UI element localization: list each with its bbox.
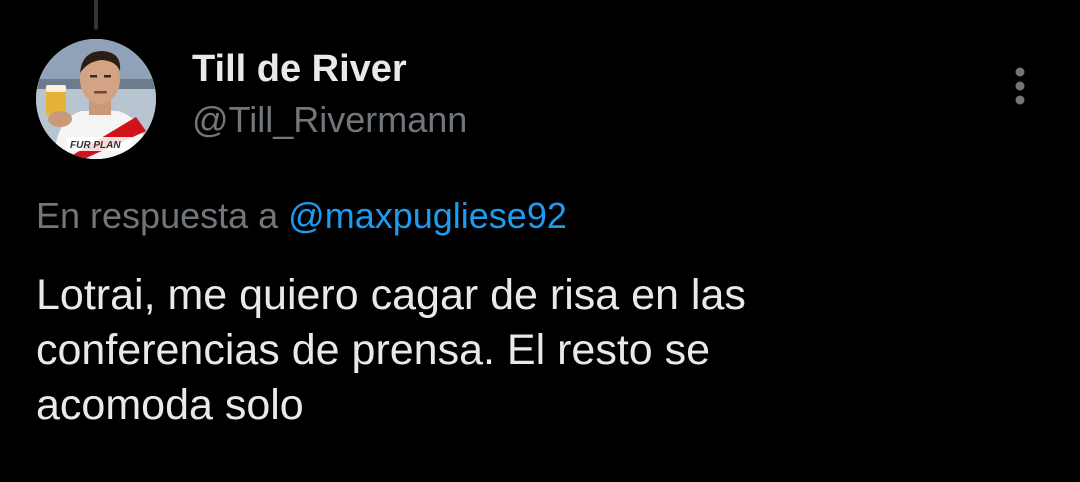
reply-mention-link[interactable]: @maxpugliese92 bbox=[288, 195, 567, 236]
more-vertical-icon bbox=[1015, 67, 1025, 105]
svg-text:FUR PLAN: FUR PLAN bbox=[70, 140, 121, 151]
author-block[interactable]: Till de River @Till_Rivermann bbox=[192, 45, 467, 143]
user-handle[interactable]: @Till_Rivermann bbox=[192, 97, 467, 143]
display-name[interactable]: Till de River bbox=[192, 45, 467, 93]
tweet-text: Lotrai, me quiero cagar de risa en las c… bbox=[36, 271, 746, 429]
more-options-button[interactable] bbox=[996, 62, 1044, 110]
reply-prefix: En respuesta a bbox=[36, 195, 279, 236]
reply-context: En respuesta a @maxpugliese92 bbox=[36, 193, 567, 239]
avatar[interactable]: FUR PLAN bbox=[36, 39, 156, 159]
thread-connector-line bbox=[94, 0, 98, 30]
profile-photo-icon: FUR PLAN bbox=[36, 39, 156, 159]
